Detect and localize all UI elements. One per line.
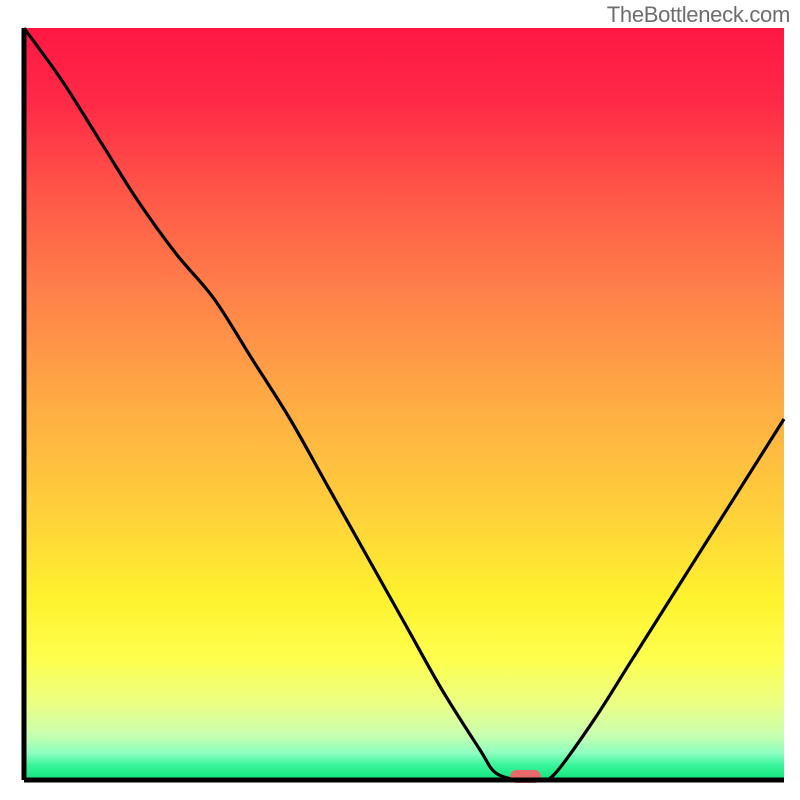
bottleneck-chart <box>0 0 800 800</box>
chart-container: TheBottleneck.com <box>0 0 800 800</box>
plot-gradient-area <box>24 28 784 780</box>
watermark-text: TheBottleneck.com <box>607 2 790 28</box>
